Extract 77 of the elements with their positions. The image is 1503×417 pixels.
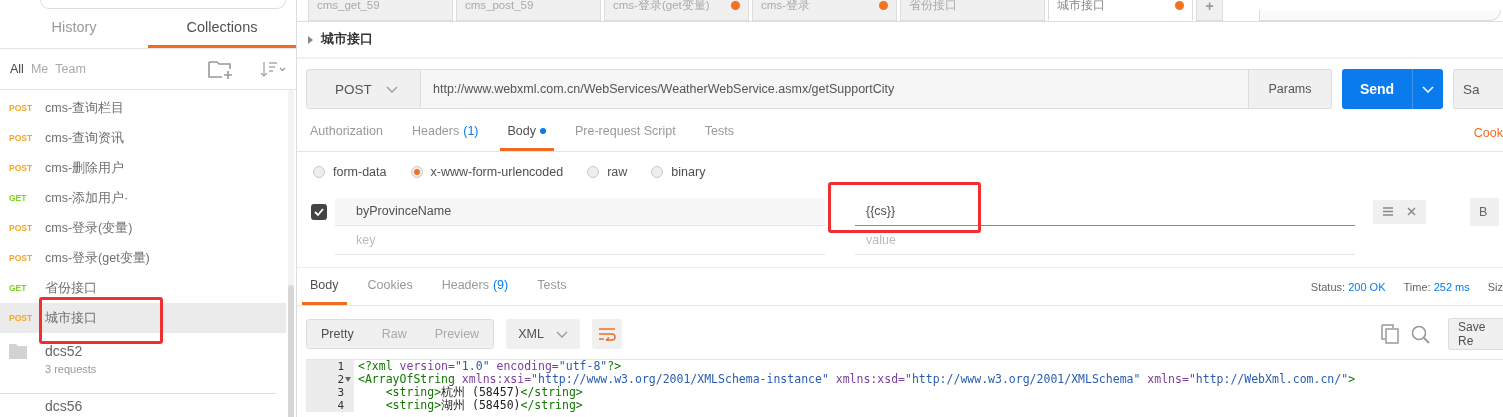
save-response-button[interactable]: Save Re (1448, 318, 1503, 350)
status-text: Time: 252 ms (1403, 280, 1470, 293)
line-number: 3 (337, 386, 344, 399)
new-folder-icon (208, 59, 234, 79)
copy-icon (1381, 324, 1399, 344)
request-item[interactable]: POST cms-查询资讯 (0, 123, 286, 153)
wrap-button[interactable] (591, 319, 622, 349)
expand-icon (308, 35, 313, 44)
request-count: 3 requests (45, 363, 97, 375)
new-tab-button[interactable]: + (1196, 0, 1223, 21)
fold-icon (345, 377, 351, 382)
response-tab[interactable]: Tests (529, 268, 575, 305)
close-icon (1407, 207, 1416, 216)
filter-option[interactable]: Me (30, 62, 49, 76)
caret-icon (1422, 85, 1434, 93)
request-item[interactable]: POST 城市接口 (0, 303, 286, 333)
radio-button[interactable] (313, 166, 325, 178)
params-button[interactable]: Params (1249, 69, 1332, 109)
send-button[interactable]: Send (1342, 69, 1412, 109)
radio-button[interactable] (410, 166, 423, 178)
code-line: <?xml version="1.0" encoding="utf-8"?> (357, 360, 622, 373)
checkbox[interactable] (311, 203, 327, 220)
request-tab[interactable]: 城市接口 (1048, 0, 1193, 21)
scrollbar-thumb[interactable] (288, 285, 294, 417)
menu-icon (1383, 207, 1393, 216)
wrap-icon (597, 327, 616, 341)
response-tab[interactable]: Cookies (359, 268, 421, 305)
caret-icon (555, 330, 568, 338)
line-number: 2 (337, 373, 344, 386)
folder-name[interactable]: dcs52 (45, 343, 97, 359)
radio-label: x-www-form-urlencoded (430, 165, 564, 179)
section-tab[interactable]: Headers (1) (403, 114, 487, 151)
bulk-edit-button[interactable]: B (1470, 197, 1499, 226)
line-number: 1 (337, 360, 344, 373)
view-mode-button[interactable]: Pretty (307, 320, 368, 348)
format-select[interactable]: XML (506, 319, 580, 349)
request-item[interactable]: POST cms-登录(get变量) (0, 243, 286, 273)
request-item[interactable]: GET cms-添加用户· (0, 183, 286, 213)
code-line: <ArrayOfString xmlns:xsi="http://www.w3.org/2001/XMLSchema-instance" xmlns:xsd="http://www.w3.org/2001/XMLSchema" xmlns="http://WebXml.com.cn/"> (357, 373, 1356, 386)
filter-option[interactable]: All (10, 62, 24, 76)
key-field[interactable]: byProvinceName (335, 197, 825, 226)
section-tab[interactable]: Authorization (302, 114, 391, 151)
cookies-link[interactable]: Cook (1473, 125, 1503, 140)
save-button[interactable]: Sa (1453, 69, 1503, 109)
size-text: Siz (1487, 280, 1503, 293)
request-title: 城市接口 (321, 31, 373, 48)
section-tab[interactable]: Body (499, 114, 554, 151)
url-field[interactable]: http://www.webxml.com.cn/WebServices/WeatherWebService.asmx/getSupportCity (421, 69, 1249, 109)
filter-option[interactable]: Team (55, 62, 86, 76)
code-line: <string>杭州 (58457)</string> (385, 386, 583, 399)
radio-label: raw (607, 165, 628, 179)
sort-icon (260, 60, 286, 78)
request-item[interactable]: POST cms-登录(变量) (0, 213, 286, 243)
radio-label: form-data (333, 165, 387, 179)
section-tab[interactable]: Tests (696, 114, 742, 151)
response-tab[interactable]: Headers (9) (433, 268, 517, 305)
sidebar-tab[interactable]: History (0, 9, 148, 48)
section-tab[interactable]: Pre-request Script (567, 114, 684, 151)
send-options-button[interactable] (1412, 69, 1443, 109)
radio-button[interactable] (587, 166, 600, 178)
radio-button[interactable] (651, 166, 664, 178)
line-number: 4 (337, 399, 344, 412)
caret-icon (385, 85, 398, 93)
folder-icon (9, 343, 27, 359)
request-item[interactable]: POST cms-查询栏目 (0, 93, 286, 123)
environment-select[interactable] (1259, 10, 1501, 21)
code-line: <string>湖州 (58450)</string> (384, 399, 583, 412)
status-text: Status: 200 OK (1310, 280, 1386, 293)
method-select[interactable]: POST (306, 69, 421, 109)
value-field[interactable]: {{cs}} (855, 197, 1355, 226)
request-item[interactable]: POST cms-删除用户 (0, 153, 286, 183)
sidebar-tab[interactable]: Collections (148, 9, 296, 48)
radio-label: binary (671, 165, 706, 179)
folder-name[interactable]: dcs56 (0, 396, 128, 414)
request-item[interactable]: GET 省份接口 (0, 273, 286, 303)
response-tab[interactable]: Body (302, 268, 347, 305)
search-icon (1411, 324, 1430, 344)
